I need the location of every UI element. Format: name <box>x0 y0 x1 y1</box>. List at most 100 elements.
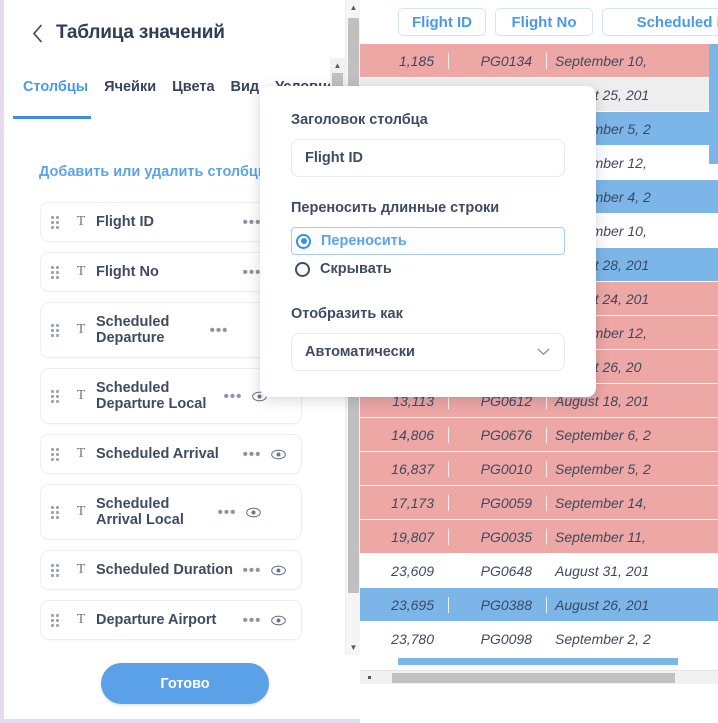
ellipsis-icon[interactable]: ••• <box>239 612 265 629</box>
done-button[interactable]: Готово <box>101 663 269 704</box>
table-vertical-scrollbar-thumb[interactable] <box>709 44 718 164</box>
column-name: Flight ID <box>96 214 239 230</box>
cell-flight-id: 16,837 <box>360 461 448 477</box>
drag-handle-icon[interactable] <box>51 215 63 230</box>
eye-icon[interactable] <box>265 449 291 460</box>
radio-unselected-icon <box>295 262 310 277</box>
cell-flight-no: PG0134 <box>448 53 546 69</box>
column-name: Scheduled Departure <box>96 314 206 346</box>
inner-scrollbar[interactable]: ▲ <box>330 58 345 87</box>
eye-icon[interactable] <box>265 565 291 576</box>
column-settings-popover: Заголовок столбца Переносить длинные стр… <box>260 86 596 397</box>
drag-handle-icon[interactable] <box>51 613 63 628</box>
radio-hide-label: Скрывать <box>320 261 392 277</box>
table-horizontal-scrollbar-thumb[interactable] <box>392 673 675 683</box>
cell-flight-no: PG0059 <box>448 495 546 511</box>
cell-flight-id: 23,780 <box>360 631 448 647</box>
text-type-icon: T <box>73 264 89 280</box>
cell-flight-id: 19,807 <box>360 529 448 545</box>
cell-flight-id: 14,806 <box>360 427 448 443</box>
display-as-value: Автоматически <box>305 344 415 360</box>
add-remove-columns-link[interactable]: Добавить или удалить столбцы <box>39 164 270 180</box>
cell-flight-id: 17,173 <box>360 495 448 511</box>
cell-scheduled: September 2, 2 <box>546 631 718 647</box>
table-header-row: Flight ID Flight No Scheduled D <box>360 0 718 44</box>
display-as-select[interactable]: Автоматически <box>291 333 565 371</box>
ellipsis-icon[interactable]: ••• <box>239 562 265 579</box>
cell-scheduled: August 31, 201 <box>546 563 718 579</box>
cell-flight-no: PG0648 <box>448 563 546 579</box>
radio-wrap-lines[interactable]: Переносить <box>291 227 565 255</box>
scroll-up-arrow-icon[interactable]: ▲ <box>346 0 360 15</box>
ellipsis-icon[interactable]: ••• <box>214 504 240 521</box>
tab-cells[interactable]: Ячейки <box>96 78 164 96</box>
table-row[interactable]: 19,807PG0035September 11, <box>360 520 718 554</box>
ellipsis-icon[interactable]: ••• <box>206 322 232 339</box>
table-horizontal-scrollbar[interactable] <box>360 670 718 684</box>
cell-scheduled: September 5, 2 <box>546 461 718 477</box>
drag-handle-icon[interactable] <box>51 505 63 520</box>
text-type-icon: T <box>73 322 89 338</box>
drag-handle-icon[interactable] <box>51 563 63 578</box>
column-header-flight-id[interactable]: Flight ID <box>398 8 486 36</box>
column-name: Scheduled Arrival <box>96 446 239 462</box>
wrap-lines-label: Переносить длинные строки <box>291 200 565 216</box>
eye-icon[interactable] <box>265 615 291 626</box>
column-name: Scheduled Departure Local <box>96 380 220 412</box>
inner-scrollbar-thumb[interactable] <box>332 73 343 87</box>
cell-scheduled: September 11, <box>546 529 718 545</box>
table-row[interactable]: 16,837PG0010September 5, 2 <box>360 452 718 486</box>
drag-handle-icon[interactable] <box>51 447 63 462</box>
column-name: Flight No <box>96 264 239 280</box>
table-row[interactable]: 1,185PG0134September 10, <box>360 44 718 78</box>
column-name: Scheduled Arrival Local <box>96 496 214 528</box>
chevron-left-icon[interactable] <box>30 22 44 44</box>
display-as-label: Отобразить как <box>291 306 565 322</box>
eye-icon[interactable] <box>240 507 266 518</box>
radio-hide-lines[interactable]: Скрывать <box>291 255 565 283</box>
column-name: Departure Airport <box>96 612 239 628</box>
table-row[interactable]: 14,806PG0676September 6, 2 <box>360 418 718 452</box>
column-header-input[interactable] <box>291 139 565 177</box>
cell-scheduled: August 26, 201 <box>546 597 718 613</box>
cell-flight-id: 1,185 <box>360 53 448 69</box>
text-type-icon: T <box>73 446 89 462</box>
cell-scheduled: September 6, 2 <box>546 427 718 443</box>
text-type-icon: T <box>73 504 89 520</box>
list-item[interactable]: T Scheduled Arrival ••• <box>40 434 302 474</box>
text-type-icon: T <box>73 562 89 578</box>
cell-flight-no: PG0676 <box>448 427 546 443</box>
scroll-up-arrow-icon[interactable]: ▲ <box>330 58 345 72</box>
text-type-icon: T <box>73 388 89 404</box>
list-item[interactable]: T Scheduled Duration ••• <box>40 550 302 590</box>
cell-flight-no: PG0388 <box>448 597 546 613</box>
table-row[interactable]: 17,173PG0059September 14, <box>360 486 718 520</box>
scroll-down-arrow-icon[interactable]: ▼ <box>346 640 360 655</box>
table-row[interactable]: 23,780PG0098September 2, 2 <box>360 622 718 656</box>
chevron-down-icon <box>537 344 550 360</box>
ellipsis-icon[interactable]: ••• <box>239 446 265 463</box>
cell-scheduled: September 10, <box>546 53 718 69</box>
panel-header: Таблица значений <box>4 0 349 66</box>
drag-handle-icon[interactable] <box>51 389 63 404</box>
text-type-icon: T <box>73 612 89 628</box>
scroll-left-arrow-icon[interactable] <box>368 676 371 679</box>
column-header-scheduled-departure[interactable]: Scheduled D <box>602 8 718 36</box>
table-horizontal-scrollbar-accent[interactable] <box>398 658 678 665</box>
list-item[interactable]: T Scheduled Arrival Local ••• <box>40 484 302 540</box>
tab-colors[interactable]: Цвета <box>164 78 222 96</box>
table-row[interactable]: 23,609PG0648August 31, 201 <box>360 554 718 588</box>
active-tab-underline <box>13 116 91 119</box>
tab-columns[interactable]: Столбцы <box>15 78 96 96</box>
radio-wrap-label: Переносить <box>321 233 407 249</box>
ellipsis-icon[interactable]: ••• <box>220 388 246 405</box>
cell-flight-no: PG0035 <box>448 529 546 545</box>
list-item[interactable]: T Departure Airport ••• <box>40 600 302 640</box>
table-vertical-scrollbar[interactable] <box>709 44 718 664</box>
drag-handle-icon[interactable] <box>51 323 63 338</box>
table-row[interactable]: 23,695PG0388August 26, 201 <box>360 588 718 622</box>
cell-flight-id: 23,609 <box>360 563 448 579</box>
drag-handle-icon[interactable] <box>51 265 63 280</box>
column-header-label: Заголовок столбца <box>291 112 565 128</box>
column-header-flight-no[interactable]: Flight No <box>495 8 593 36</box>
